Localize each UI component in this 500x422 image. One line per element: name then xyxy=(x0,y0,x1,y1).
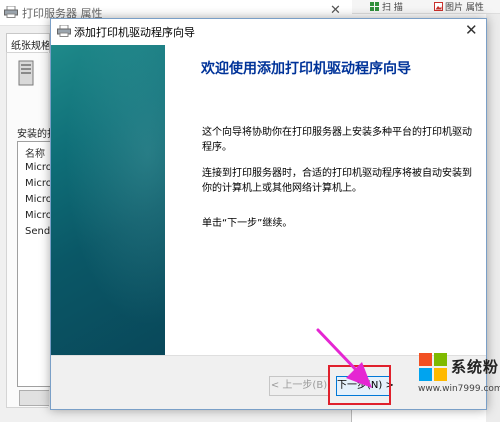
watermark-url: www.win7999.com xyxy=(418,384,500,394)
list-header-name[interactable]: 名称 xyxy=(25,145,45,160)
toolbar-image-properties[interactable]: 图片 属性 xyxy=(445,0,484,13)
wizard-continue-hint: 单击“下一步”继续。 xyxy=(202,218,293,229)
list-item[interactable]: Micro xyxy=(25,178,51,189)
wizard-title: 添加打印机驱动程序向导 xyxy=(74,26,195,39)
highlight-box xyxy=(328,365,391,405)
scan-icon xyxy=(370,2,379,11)
wizard-sidebar-shade xyxy=(51,45,165,355)
printer-icon xyxy=(4,6,18,18)
bg-add-button[interactable] xyxy=(19,390,49,406)
list-item[interactable]: Micro xyxy=(25,194,51,205)
driver-list[interactable]: 名称 Micro Micro Micro Micro Send xyxy=(17,141,51,387)
tab-paper-size[interactable]: 纸张规格 xyxy=(6,33,50,53)
server-icon xyxy=(18,60,34,86)
windows-logo-icon xyxy=(419,353,447,381)
toolbar-scan[interactable]: 扫 描 xyxy=(382,0,403,13)
list-item[interactable]: Micro xyxy=(25,162,51,173)
back-button[interactable]: < 上一步(B) xyxy=(269,376,329,396)
close-icon[interactable]: ✕ xyxy=(330,3,341,18)
watermark-name: 系统粉 xyxy=(451,358,500,376)
printer-icon xyxy=(57,25,71,37)
list-item[interactable]: Send xyxy=(25,226,50,237)
wizard-heading: 欢迎使用添加打印机驱动程序向导 xyxy=(201,61,411,77)
wizard-description: 这个向导将协助你在打印服务器上安装多种平台的打印机驱动程序。 xyxy=(202,127,472,153)
installed-drivers-label: 安装的打 xyxy=(17,129,50,140)
wizard-connect-note: 连接到打印服务器时，合适的打印机驱动程序将被自动安装到你的计算机上或其他网络计算… xyxy=(202,168,472,194)
close-icon[interactable]: ✕ xyxy=(465,21,478,39)
list-item[interactable]: Micro xyxy=(25,210,51,221)
image-icon xyxy=(434,2,443,11)
